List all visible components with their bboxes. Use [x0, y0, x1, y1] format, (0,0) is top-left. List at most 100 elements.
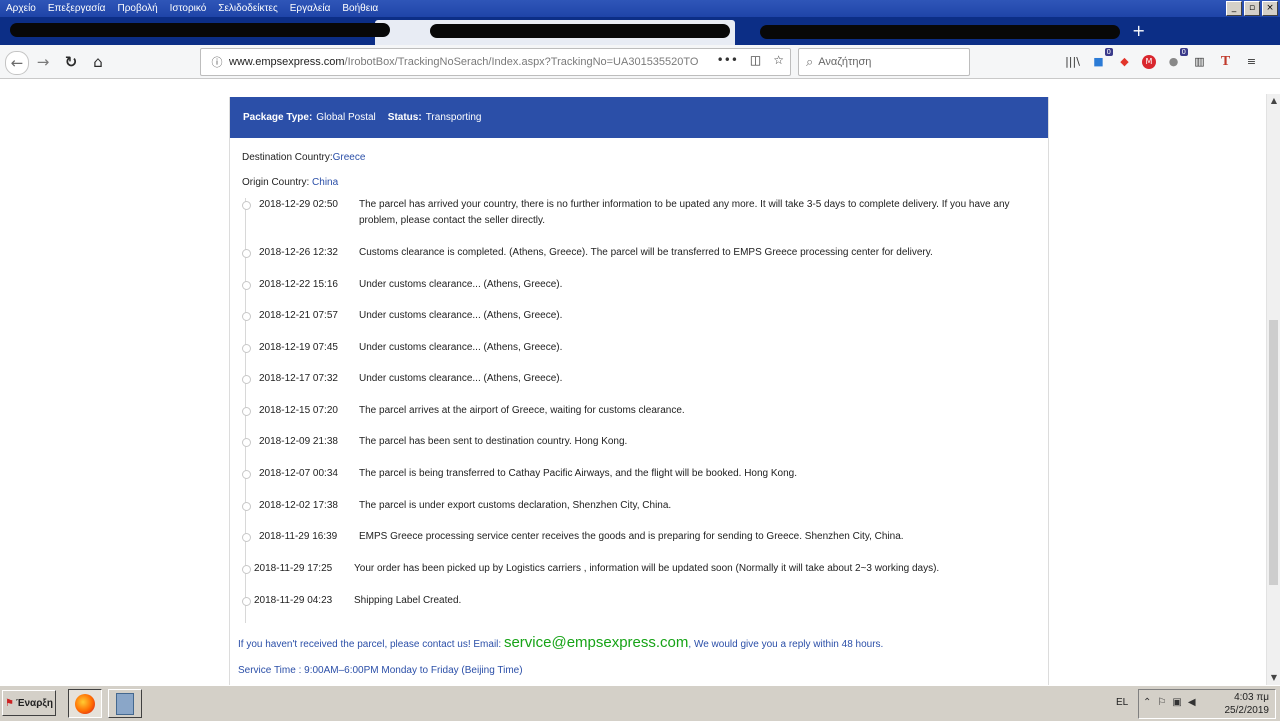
menu-view[interactable]: Προβολή [111, 3, 163, 14]
contact-message: If you haven't received the parcel, plea… [238, 634, 883, 651]
event-time: 2018-12-29 02:50 [259, 199, 338, 210]
timeline-dot-icon [242, 438, 251, 447]
redacted-tab-title [430, 24, 730, 38]
timeline-event: 2018-11-29 17:25 Your order has been pick… [242, 561, 1034, 579]
minimize-button[interactable]: _ [1226, 1, 1242, 16]
menu-tools[interactable]: Εργαλεία [284, 3, 337, 14]
timeline-event: 2018-12-02 17:38 The parcel is under expo… [242, 498, 1039, 516]
timeline-event: 2018-12-21 07:57 Under customs clearance.… [242, 308, 1039, 326]
contact-suffix: , We would give you a reply within 48 ho… [688, 639, 884, 650]
package-type-label: Package Type: [243, 112, 313, 123]
event-time: 2018-11-29 16:39 [259, 531, 338, 542]
t-extension-icon[interactable]: T [1217, 54, 1234, 69]
contact-prefix: If you haven't received the parcel, plea… [238, 639, 502, 650]
origin-value: China [312, 177, 339, 188]
firefox-icon [75, 693, 95, 714]
bookmark-star-icon[interactable]: ☆ [773, 53, 784, 67]
timeline-dot-icon [242, 470, 251, 479]
notification-icon[interactable]: ■ 0 [1090, 48, 1113, 69]
event-time: 2018-12-21 07:57 [259, 310, 338, 321]
extension-icon[interactable]: ● 0 [1165, 48, 1188, 69]
new-tab-icon[interactable]: + [1132, 21, 1145, 40]
clock-time[interactable]: 4:03 πμ [1234, 692, 1269, 703]
windows-logo-icon: ⚑ [5, 697, 14, 709]
event-description: Customs clearance is completed. (Athens,… [359, 247, 933, 258]
event-description: The parcel has arrived your country, the… [359, 199, 1010, 226]
search-bar[interactable]: ⌕ Αναζήτηση [798, 48, 970, 76]
event-description: The parcel has been sent to destination … [359, 436, 628, 447]
menu-bookmarks[interactable]: Σελιδοδείκτες [212, 3, 283, 14]
event-time: 2018-12-09 21:38 [259, 436, 338, 447]
close-button[interactable]: × [1262, 1, 1278, 16]
service-time: Service Time : 9:00AM–6:00PM Monday to F… [238, 665, 523, 676]
maximize-button[interactable]: ▫ [1244, 1, 1260, 16]
timeline-event: 2018-12-26 12:32 Customs clearance is com… [242, 245, 1039, 263]
destination-country: Destination Country:Greece [242, 152, 365, 163]
forward-icon[interactable]: → [32, 51, 54, 73]
tracking-card: Package Type: Global Postal Status: Tran… [229, 97, 1049, 685]
menu-history[interactable]: Ιστορικό [164, 3, 213, 14]
sidebar-icon[interactable]: ▥ [1191, 54, 1208, 69]
search-placeholder: Αναζήτηση [818, 56, 872, 68]
back-icon[interactable]: ← [5, 51, 29, 75]
more-actions-icon[interactable]: ••• [717, 53, 738, 67]
timeline-event: 2018-11-29 16:39 EMPS Greece processing s… [242, 529, 1039, 547]
calculator-taskbar-button[interactable] [108, 689, 142, 718]
pocket-icon[interactable]: ◫ [750, 53, 761, 67]
timeline-event: 2018-12-19 07:45 Under customs clearance.… [242, 340, 1039, 358]
status-label: Status: [387, 112, 422, 123]
timeline-dot-icon [242, 407, 251, 416]
language-indicator[interactable]: EL [1116, 697, 1128, 708]
scroll-thumb[interactable] [1269, 320, 1278, 585]
url-bar[interactable]: ⓘ www.empsexpress.com/IrobotBox/Tracking… [200, 48, 791, 76]
navigation-bar: ← → ↻ ⌂ ⓘ www.empsexpress.com/IrobotBox/… [0, 45, 1280, 79]
reload-icon[interactable]: ↻ [60, 51, 82, 73]
event-time: 2018-12-22 15:16 [259, 279, 338, 290]
origin-country: Origin Country: China [242, 177, 338, 188]
home-icon[interactable]: ⌂ [87, 51, 109, 73]
timeline-event: 2018-12-15 07:20 The parcel arrives at th… [242, 403, 1039, 421]
search-icon: ⌕ [806, 54, 814, 70]
info-icon[interactable]: ⓘ [207, 54, 227, 70]
redacted-tab-title [10, 23, 390, 37]
event-description: Under customs clearance... (Athens, Gree… [359, 279, 563, 290]
mega-icon[interactable]: M [1142, 54, 1156, 69]
contact-email-link[interactable]: service@empsexpress.com [504, 634, 688, 651]
volume-icon[interactable]: ◀ [1188, 697, 1196, 708]
vertical-scrollbar[interactable]: ▲ ▼ [1266, 94, 1280, 685]
event-description: EMPS Greece processing service center re… [359, 531, 904, 542]
timeline-dot-icon [242, 312, 251, 321]
scroll-up-arrow-icon[interactable]: ▲ [1267, 94, 1280, 108]
timeline-dot-icon [242, 281, 251, 290]
start-button[interactable]: ⚑ Έναρξη [2, 690, 56, 716]
event-description: Under customs clearance... (Athens, Gree… [359, 373, 563, 384]
scroll-down-arrow-icon[interactable]: ▼ [1267, 671, 1280, 685]
event-time: 2018-12-15 07:20 [259, 405, 338, 416]
menu-icon[interactable]: ≡ [1243, 54, 1260, 69]
redacted-tab-title [760, 25, 1120, 39]
library-icon[interactable]: |||\ [1064, 54, 1081, 69]
menu-help[interactable]: Βοήθεια [336, 3, 384, 14]
event-description: The parcel is under export customs decla… [359, 500, 672, 511]
timeline-dot-icon [242, 201, 251, 210]
timeline-event: 2018-12-29 02:50 The parcel has arrived y… [242, 197, 1039, 231]
event-description: Under customs clearance... (Athens, Gree… [359, 342, 563, 353]
menu-edit[interactable]: Επεξεργασία [42, 3, 112, 14]
shield-icon[interactable]: ◆ [1116, 54, 1133, 69]
event-time: 2018-12-17 07:32 [259, 373, 338, 384]
event-time: 2018-12-19 07:45 [259, 342, 338, 353]
chevron-up-icon[interactable]: ⌃ [1143, 697, 1151, 708]
url-text[interactable]: www.empsexpress.com/IrobotBox/TrackingNo… [229, 56, 698, 68]
flag-icon[interactable]: ⚐ [1157, 697, 1166, 708]
timeline-event: 2018-11-29 04:23 Shipping Label Created. [242, 593, 1034, 611]
tab-strip: + [0, 17, 1280, 45]
timeline-dot-icon [242, 249, 251, 258]
menu-bar: Αρχείο Επεξεργασία Προβολή Ιστορικό Σελι… [0, 0, 1280, 17]
clock-date[interactable]: 25/2/2019 [1225, 705, 1270, 716]
menu-file[interactable]: Αρχείο [0, 3, 42, 14]
package-type-value: Global Postal [316, 112, 376, 123]
firefox-taskbar-button[interactable] [68, 689, 102, 718]
calculator-icon [116, 692, 134, 715]
event-description: Shipping Label Created. [354, 595, 462, 606]
network-icon[interactable]: ▣ [1172, 697, 1181, 708]
